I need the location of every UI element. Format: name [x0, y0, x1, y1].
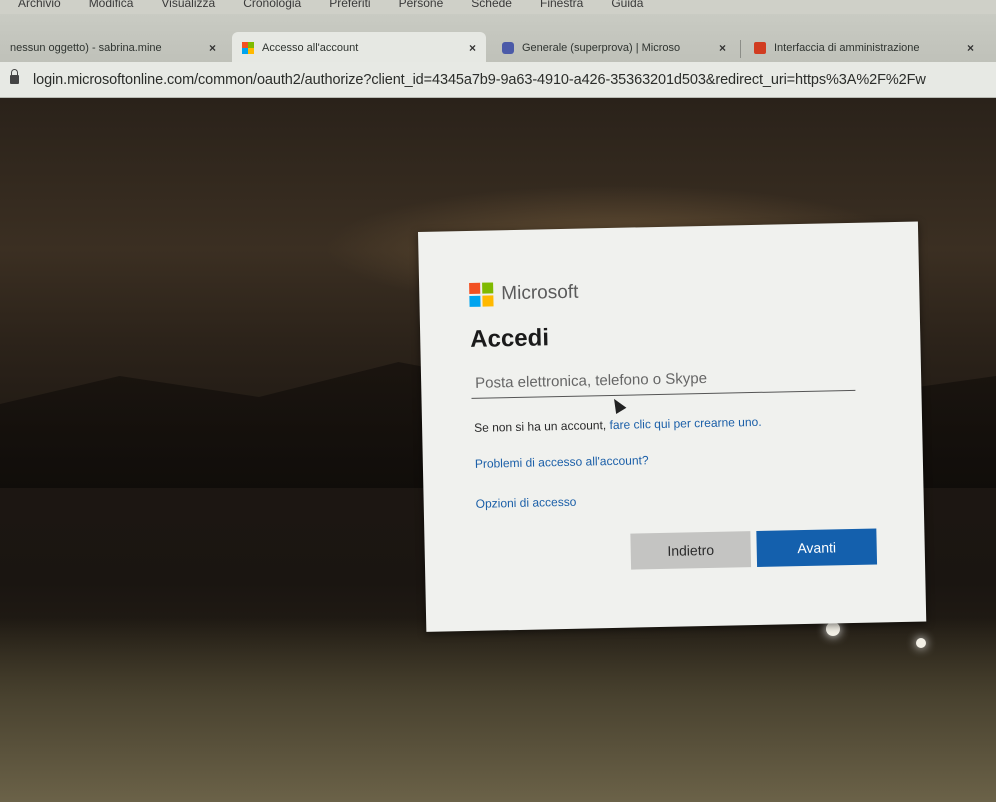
tab-label: Generale (superprova) | Microso [522, 42, 681, 54]
menu-preferiti[interactable]: Preferiti [329, 0, 370, 14]
menu-archivio[interactable]: Archivio [18, 0, 61, 14]
tab-label: nessun oggetto) - sabrina.mine [10, 42, 162, 54]
signup-link[interactable]: fare clic qui per crearne uno. [609, 415, 761, 432]
close-icon[interactable]: × [719, 41, 726, 55]
page-title: Accedi [469, 324, 550, 353]
back-button[interactable]: Indietro [630, 531, 752, 570]
tab-mail[interactable]: nessun oggetto) - sabrina.mine × [0, 32, 226, 64]
menu-persone[interactable]: Persone [399, 0, 444, 14]
microsoft-icon [469, 282, 494, 307]
url-text[interactable]: login.microsoftonline.com/common/oauth2/… [33, 72, 926, 88]
next-button[interactable]: Avanti [756, 528, 878, 567]
menu-finestra[interactable]: Finestra [540, 0, 583, 14]
screen-glare [826, 622, 840, 636]
screen-glare [916, 638, 926, 648]
menu-modifica[interactable]: Modifica [89, 0, 134, 14]
close-icon[interactable]: × [209, 41, 216, 55]
signup-prefix: Se non si ha un account, [473, 418, 607, 435]
menu-bar: Archivio Modifica Visualizza Cronologia … [0, 0, 996, 14]
signup-text: Se non si ha un account, fare clic qui p… [474, 415, 762, 435]
login-dialog: Microsoft Accedi Se non si ha un account… [418, 221, 927, 632]
menu-visualizza[interactable]: Visualizza [161, 0, 215, 14]
microsoft-logo: Microsoft [469, 281, 579, 307]
email-field[interactable] [470, 360, 856, 399]
teams-icon [502, 42, 514, 54]
microsoft-icon [242, 42, 254, 54]
menu-guida[interactable]: Guida [611, 0, 643, 14]
menu-schede[interactable]: Schede [471, 0, 512, 14]
office-icon [754, 42, 766, 54]
tab-label: Accesso all'account [262, 42, 359, 54]
close-icon[interactable]: × [967, 41, 974, 55]
trouble-signin-link[interactable]: Problemi di accesso all'account? [475, 453, 649, 471]
microsoft-wordmark: Microsoft [501, 281, 579, 305]
tab-strip: nessun oggetto) - sabrina.mine × Accesso… [0, 14, 996, 64]
mouse-cursor-icon [608, 395, 627, 414]
lock-icon[interactable] [10, 69, 19, 84]
tab-separator [740, 40, 741, 58]
tab-admin[interactable]: Interfaccia di amministrazione × [744, 32, 984, 64]
tab-label: Interfaccia di amministrazione [774, 42, 920, 54]
close-icon[interactable]: × [469, 41, 476, 55]
background-grass [0, 618, 996, 802]
tab-teams[interactable]: Generale (superprova) | Microso × [492, 32, 736, 64]
tab-accesso-account[interactable]: Accesso all'account × [232, 32, 486, 64]
address-bar[interactable]: login.microsoftonline.com/common/oauth2/… [0, 62, 996, 98]
menu-cronologia[interactable]: Cronologia [243, 0, 301, 14]
signin-options-link[interactable]: Opzioni di accesso [476, 495, 577, 511]
